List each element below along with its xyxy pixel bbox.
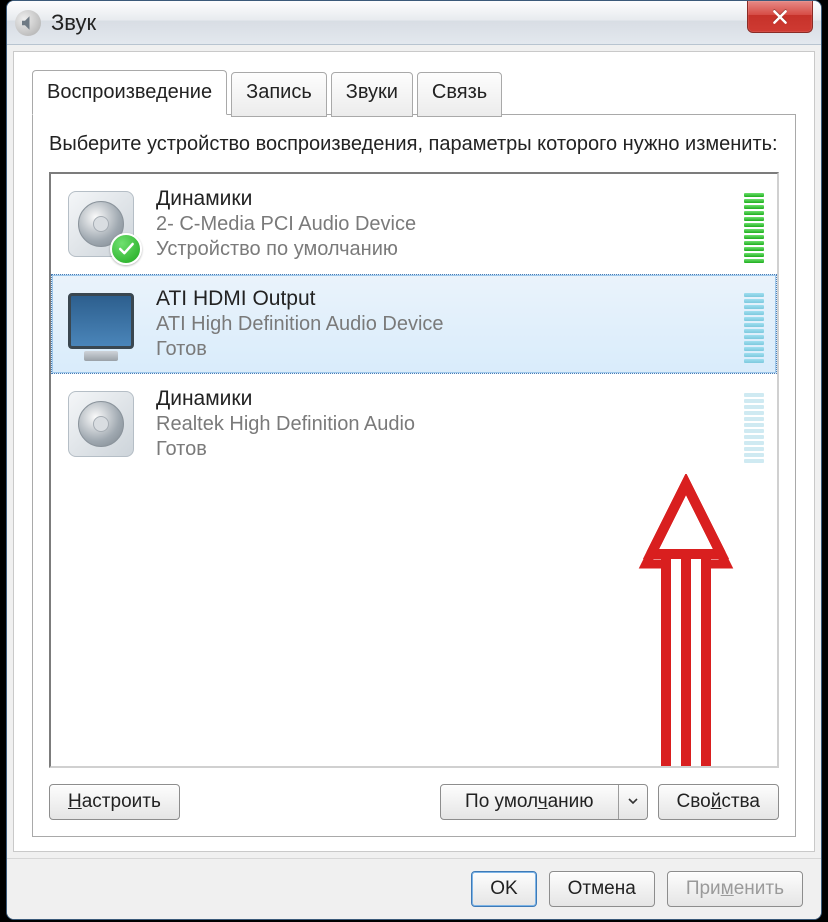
close-icon xyxy=(771,8,789,26)
speaker-icon xyxy=(62,185,140,263)
annotation-arrow xyxy=(611,474,761,768)
set-default-button[interactable]: По умолчанию xyxy=(440,784,648,820)
sound-dialog-window: Звук Воспроизведение Запись Звуки Связь … xyxy=(6,0,822,920)
device-title: Динамики xyxy=(156,387,728,411)
device-list[interactable]: Динамики 2- C-Media PCI Audio Device Уст… xyxy=(49,172,779,768)
device-text: ATI HDMI Output ATI High Definition Audi… xyxy=(156,287,728,361)
tab-communications[interactable]: Связь xyxy=(417,72,502,117)
instruction-text: Выберите устройство воспроизведения, пар… xyxy=(49,131,779,158)
device-row[interactable]: ATI HDMI Output ATI High Definition Audi… xyxy=(51,274,777,374)
device-subtitle: 2- C-Media PCI Audio Device xyxy=(156,213,728,236)
tab-recording[interactable]: Запись xyxy=(231,72,327,117)
dialog-button-row: OK Отмена Применить xyxy=(7,858,821,919)
device-row[interactable]: Динамики Realtek High Definition Audio Г… xyxy=(51,374,777,474)
window-title: Звук xyxy=(51,10,96,36)
device-status: Готов xyxy=(156,338,728,361)
device-status: Готов xyxy=(156,438,728,461)
speaker-icon xyxy=(62,385,140,463)
cancel-button[interactable]: Отмена xyxy=(549,871,655,907)
device-title: ATI HDMI Output xyxy=(156,287,728,311)
close-button[interactable] xyxy=(747,1,813,33)
device-row[interactable]: Динамики 2- C-Media PCI Audio Device Уст… xyxy=(51,174,777,274)
annotation-arrow-overlay xyxy=(611,474,761,768)
apply-button[interactable]: Применить xyxy=(667,871,803,907)
playback-tab-panel: Выберите устройство воспроизведения, пар… xyxy=(32,114,796,837)
client-area: Воспроизведение Запись Звуки Связь Выбер… xyxy=(13,51,815,852)
level-meter xyxy=(744,385,764,463)
device-text: Динамики Realtek High Definition Audio Г… xyxy=(156,387,728,461)
default-check-icon xyxy=(110,233,142,265)
device-title: Динамики xyxy=(156,187,728,211)
level-meter xyxy=(744,285,764,363)
properties-button[interactable]: Свойства xyxy=(658,784,779,820)
monitor-icon xyxy=(62,285,140,363)
device-text: Динамики 2- C-Media PCI Audio Device Уст… xyxy=(156,187,728,261)
configure-button[interactable]: Настроить xyxy=(49,784,180,820)
ok-button[interactable]: OK xyxy=(471,871,536,907)
panel-button-row: Настроить По умолчанию Свойства xyxy=(49,784,779,820)
chevron-down-icon[interactable] xyxy=(618,785,647,819)
device-subtitle: ATI High Definition Audio Device xyxy=(156,313,728,336)
device-subtitle: Realtek High Definition Audio xyxy=(156,413,728,436)
tab-playback[interactable]: Воспроизведение xyxy=(32,70,227,115)
speaker-icon xyxy=(15,10,41,36)
level-meter xyxy=(744,185,764,263)
tab-sounds[interactable]: Звуки xyxy=(331,72,413,117)
device-status: Устройство по умолчанию xyxy=(156,238,728,261)
tab-strip: Воспроизведение Запись Звуки Связь xyxy=(32,70,796,115)
titlebar[interactable]: Звук xyxy=(7,1,821,45)
